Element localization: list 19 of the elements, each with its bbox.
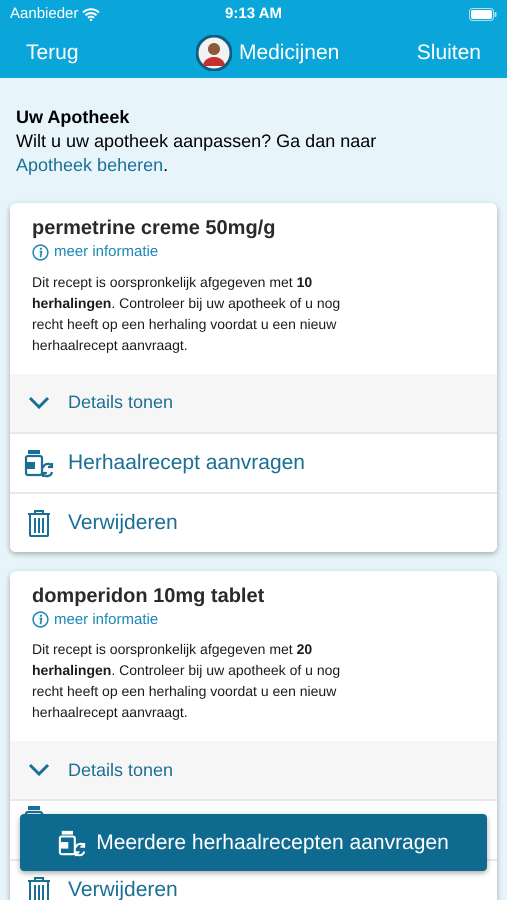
prescription-note: Dit recept is oorspronkelijk afgegeven met 20 herhalingen. Controleer bij uw apotheek of u nog recht heeft op een herhaling voordat u een nieuw herhaalrecept aanvraagt. [32,640,342,722]
medicine-name: permetrine creme 50mg/g [32,216,276,241]
status-time: 9:13 AM [225,4,282,24]
pharmacy-heading: Uw Apotheek [16,106,130,129]
details-toggle[interactable]: Details tonen [10,741,497,799]
manage-pharmacy-link[interactable]: Apotheek beheren [16,155,164,175]
pharmacy-text: Wilt u uw apotheek aanpassen? Ga dan naar Apotheek beheren. [16,130,378,177]
more-info-link[interactable]: meer informatie [32,608,158,631]
back-button[interactable]: Terug [26,37,79,69]
prescription-note: Dit recept is oorspronkelijk afgegeven met 10 herhalingen. Controleer bij uw apotheek of u nog recht heeft op een herhaling voordat u een nieuw herhaalrecept aanvraagt. [32,272,342,355]
close-button[interactable]: Sluiten [416,37,481,69]
details-toggle[interactable]: Details tonen [10,374,497,432]
medicine-name: domperidon 10mg tablet [32,584,266,608]
bulk-request-toast[interactable]: Meerdere herhaalrecepten aanvragen [20,814,487,871]
carrier-name: Aanbieder [10,4,78,24]
more-info-link[interactable]: meer informatie [32,241,158,264]
delete-button[interactable]: Verwijderen [10,494,497,552]
nav-title: Medicijnen [238,40,340,66]
request-refill-button[interactable]: Herhaalrecept aanvragen [10,434,497,492]
